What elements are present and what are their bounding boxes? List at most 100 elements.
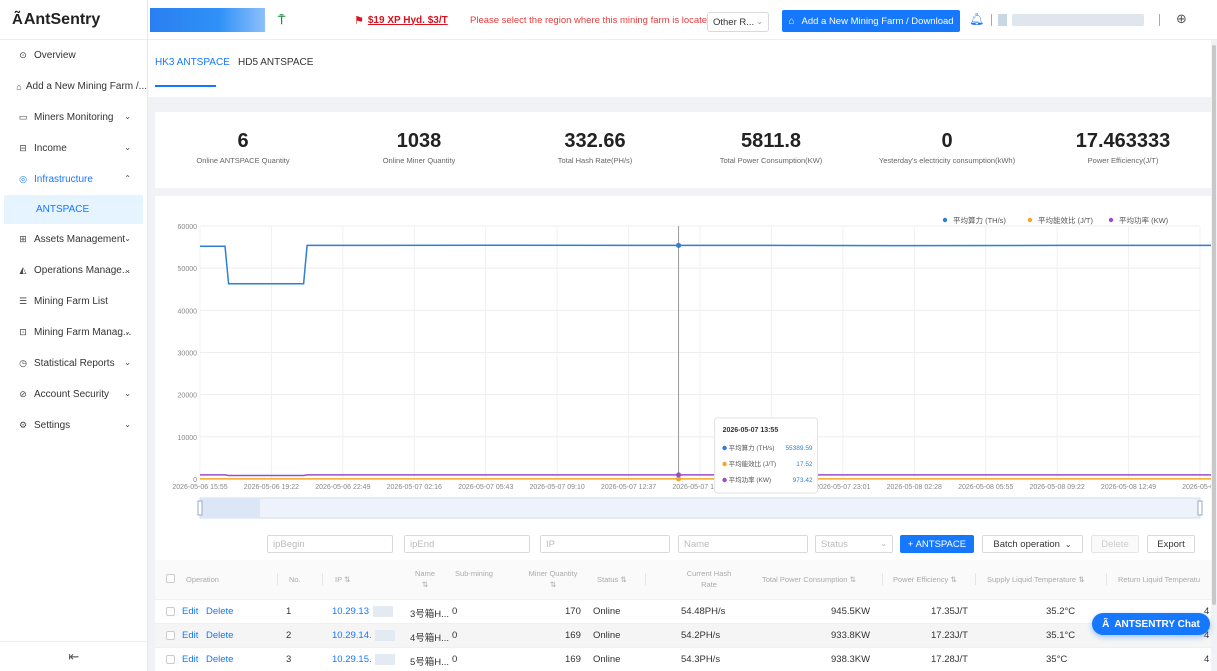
tab-hd5-antspace[interactable]: HD5 ANTSPACE: [238, 57, 313, 68]
add-mining-farm-button[interactable]: ⌂ Add a New Mining Farm / Download: [782, 10, 960, 32]
cell-name: 4号箱H...: [410, 633, 450, 644]
table-row[interactable]: Edit Delete 2 10.29.14. 4号箱H... 0 169 Online 54.…: [155, 624, 1211, 648]
logo[interactable]: Ã AntSentry: [0, 0, 147, 40]
region-select[interactable]: Other R... ⌄: [707, 12, 769, 32]
delete-button[interactable]: Delete: [1091, 535, 1139, 553]
x-tick-label: 2026-05-07 12:37: [601, 484, 656, 491]
cell-return-temp: 4: [1204, 654, 1210, 665]
col-supply-temp[interactable]: Supply Liquid Temperature ⇅: [987, 574, 1084, 585]
col-status[interactable]: Status ⇅: [597, 574, 627, 585]
ip-end-input[interactable]: ipEnd: [404, 535, 530, 553]
cell-efficiency: 17.23J/T: [931, 630, 968, 641]
sidebar-item-label: Account Security: [34, 389, 110, 400]
delete-link[interactable]: Delete: [206, 630, 233, 641]
redacted-ip-suffix: [373, 606, 393, 617]
chevron-down-icon: ⌄: [124, 358, 131, 367]
sidebar-item-label: Operations Manage...: [34, 265, 131, 276]
cell-ip[interactable]: 10.29.14.: [332, 630, 372, 641]
col-name[interactable]: Name ⇅: [405, 568, 445, 590]
farm-manage-icon: ⊡: [19, 327, 27, 337]
add-antspace-button[interactable]: + ANTSPACE: [900, 535, 974, 553]
batch-operation-button[interactable]: Batch operation ⌄: [982, 535, 1083, 553]
antsentry-chat-button[interactable]: Ã ANTSENTRY Chat: [1092, 613, 1210, 635]
delete-link[interactable]: Delete: [206, 654, 233, 665]
cell-status: Online: [593, 630, 621, 641]
ip-begin-input[interactable]: ipBegin: [267, 535, 393, 553]
collapse-sidebar-icon[interactable]: ⇤: [0, 641, 148, 671]
series-line-2: [200, 474, 1211, 477]
data-zoom-handle-right[interactable]: [1197, 500, 1203, 516]
promo-link[interactable]: ⚑ $19 XP Hyd. $3/T: [354, 10, 448, 30]
col-name-label: Name: [414, 569, 435, 578]
page-scrollbar-thumb[interactable]: [1212, 45, 1216, 605]
edit-link[interactable]: Edit: [182, 606, 198, 617]
table-row[interactable]: Edit Delete 1 10.29.13 3号箱H... 0 170 Online 54.4…: [155, 600, 1211, 624]
col-status-label: Status: [597, 575, 619, 584]
sidebar-item-monitor[interactable]: ▭ Miners Monitoring ⌄: [0, 102, 147, 133]
sidebar-item-settings[interactable]: ⚙ Settings ⌄: [0, 410, 147, 441]
data-zoom-selection[interactable]: [200, 498, 260, 518]
sort-icon: ⇅: [549, 580, 557, 589]
col-total-power[interactable]: Total Power Consumption ⇅: [762, 574, 856, 585]
stat-value: 0: [941, 130, 953, 152]
delete-link[interactable]: Delete: [206, 606, 233, 617]
sidebar-item-operations[interactable]: ◭ Operations Manage... ⌄: [0, 255, 147, 286]
col-supply-temp-label: Supply Liquid Temperature: [987, 575, 1077, 584]
sidebar-item-security[interactable]: ⊘ Account Security ⌄: [0, 379, 147, 410]
assets-icon: ⊞: [19, 234, 27, 244]
edit-link[interactable]: Edit: [182, 630, 198, 641]
region-message: Please select the region where this mini…: [470, 14, 716, 26]
sidebar-item-income[interactable]: ⊟ Income ⌄: [0, 133, 147, 164]
sidebar-item-reports[interactable]: ◷ Statistical Reports ⌄: [0, 348, 147, 379]
export-button[interactable]: Export: [1147, 535, 1195, 553]
col-ip[interactable]: IP ⇅: [335, 574, 350, 585]
stat-total-hash-rate: 332.66 Total Hash Rate(PH/s): [507, 130, 683, 165]
col-power-efficiency[interactable]: Power Efficiency ⇅: [893, 574, 957, 585]
bell-icon[interactable]: 🔔︎: [969, 12, 984, 26]
cell-name: 5号箱H...: [410, 657, 450, 668]
chevron-down-icon: ⌄: [124, 265, 131, 274]
edit-link[interactable]: Edit: [182, 654, 198, 665]
ip-input[interactable]: IP: [540, 535, 670, 553]
status-select-value: Status: [821, 538, 848, 550]
hash-rate-chart[interactable]: 0 10000 20000 30000 40000 50000 60000 2026-05-0…: [155, 196, 1211, 526]
tab-hk3-antspace[interactable]: HK3 ANTSPACE: [155, 57, 230, 68]
row-checkbox[interactable]: [166, 655, 175, 664]
cell-ip[interactable]: 10.29.15.: [332, 654, 372, 665]
tooltip-marker: [722, 461, 727, 467]
antenna-icon[interactable]: ⍑: [278, 10, 285, 30]
x-tick-label: 2026-05-08 12:49: [1101, 484, 1156, 491]
col-miner-quantity[interactable]: Miner Quantity ⇅: [517, 568, 589, 590]
select-all-checkbox[interactable]: [166, 574, 175, 583]
cell-ip[interactable]: 10.29.13: [332, 606, 369, 617]
redacted-farm-selector[interactable]: [150, 8, 265, 32]
tooltip-series-value: 55389.59: [785, 445, 812, 452]
row-checkbox[interactable]: [166, 631, 175, 640]
sidebar-item-overview[interactable]: ⊙ Overview: [0, 40, 147, 71]
tooltip-time: 2026-05-07 13:55: [723, 427, 779, 434]
stat-label: Online ANTSPACE Quantity: [196, 156, 290, 165]
redacted-ip-suffix: [375, 654, 395, 665]
sidebar-subitem-antspace[interactable]: ANTSPACE: [4, 195, 143, 224]
globe-icon[interactable]: ⊕: [1176, 11, 1187, 27]
name-input[interactable]: Name: [678, 535, 808, 553]
row-checkbox[interactable]: [166, 607, 175, 616]
chevron-down-icon: ⌄: [124, 234, 131, 243]
region-select-value: Other R...: [713, 16, 755, 28]
sidebar-item-bank[interactable]: ⌂ Add a New Mining Farm /...: [0, 71, 147, 102]
active-tab-indicator: [155, 85, 216, 87]
data-zoom-handle-left[interactable]: [197, 500, 203, 516]
col-miner-quantity-label: Miner Quantity: [528, 569, 578, 578]
data-zoom-track[interactable]: [199, 497, 1201, 519]
batch-operation-label: Batch operation: [993, 538, 1060, 550]
chevron-down-icon: ⌄: [124, 389, 131, 398]
status-select[interactable]: Status ⌄: [815, 535, 893, 553]
table-row[interactable]: Edit Delete 3 10.29.15. 5号箱H... 0 169 Online 54.…: [155, 648, 1211, 671]
cell-no: 3: [286, 654, 292, 665]
sidebar-item-infrastructure[interactable]: ◎ Infrastructure ⌃: [0, 164, 147, 195]
sidebar-item-farm-manage[interactable]: ⊡ Mining Farm Manag... ⌄: [0, 317, 147, 348]
sidebar-item-list[interactable]: ☰ Mining Farm List: [0, 286, 147, 317]
sidebar-item-assets[interactable]: ⊞ Assets Management ⌄: [0, 224, 147, 255]
redacted-username[interactable]: [1012, 14, 1144, 26]
redacted-avatar[interactable]: [998, 14, 1007, 26]
